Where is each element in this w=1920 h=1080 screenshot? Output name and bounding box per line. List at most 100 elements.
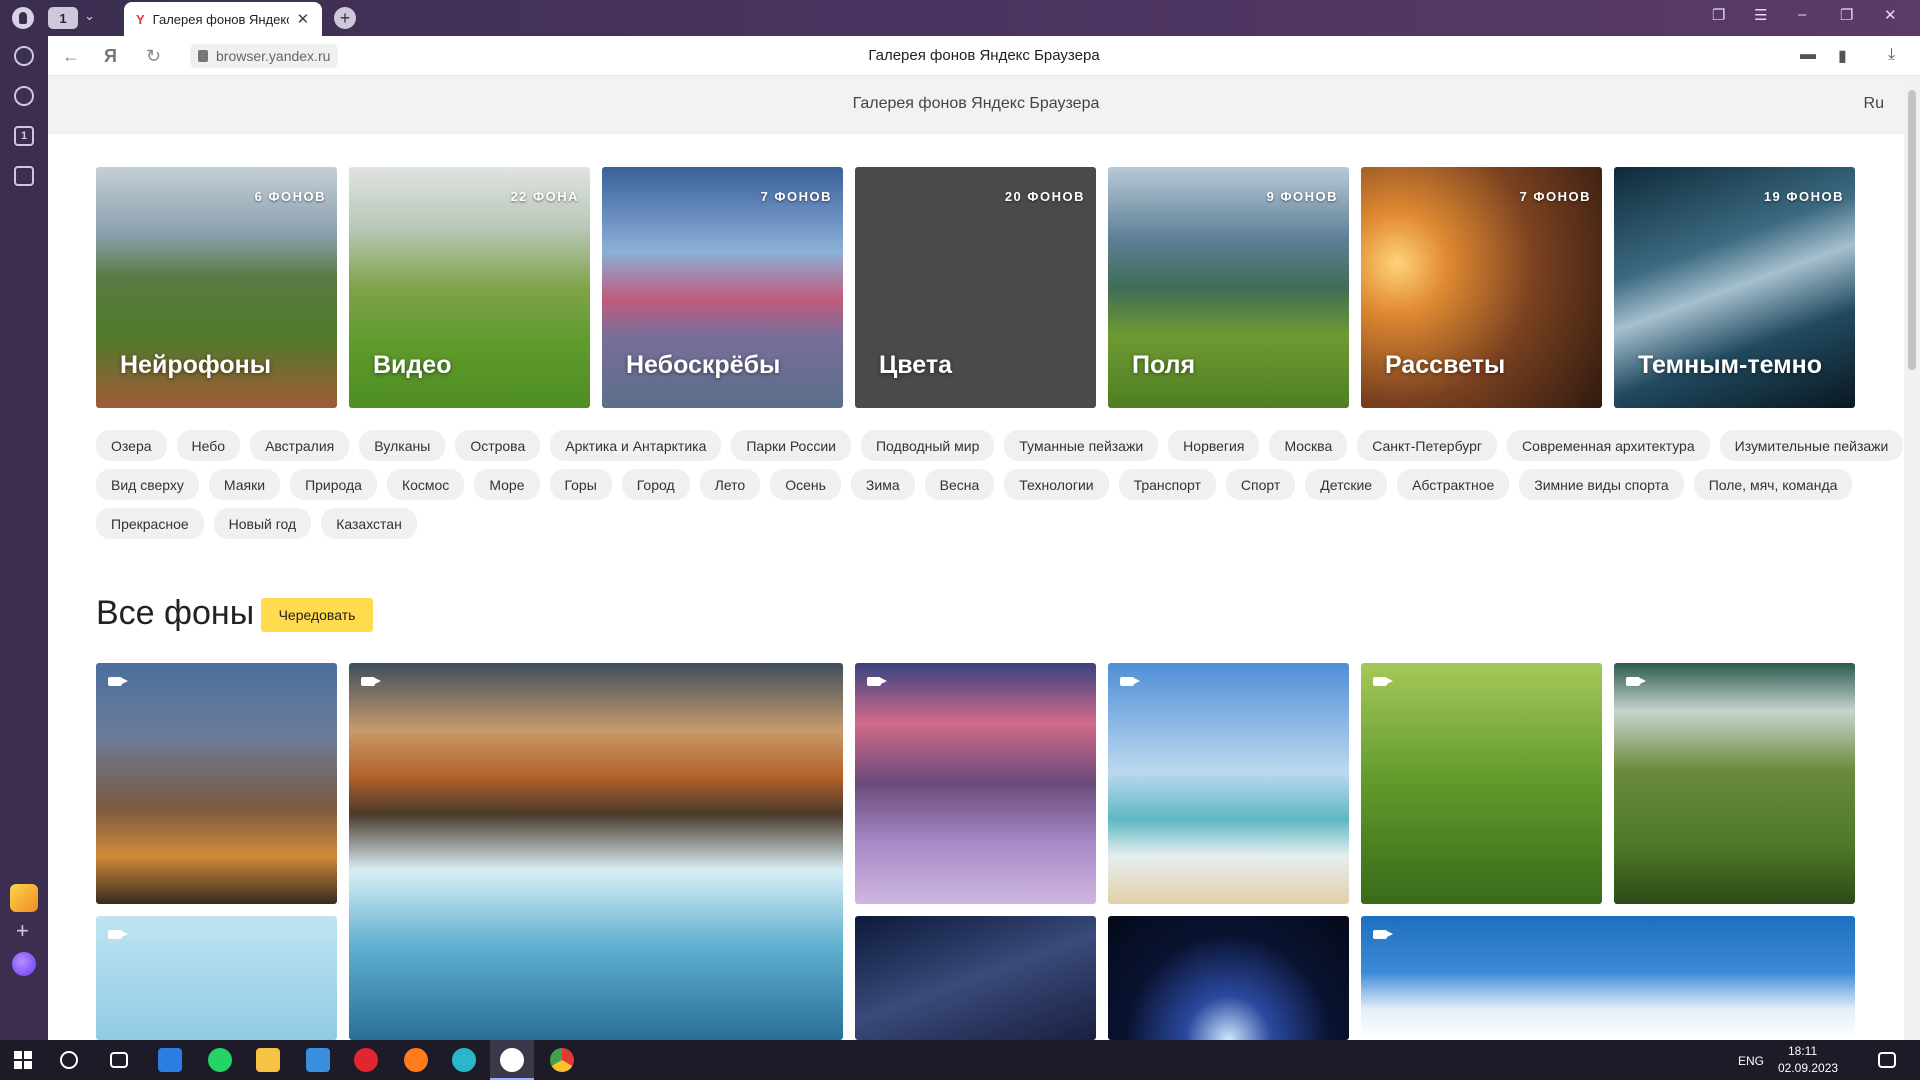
screenshot-icon[interactable] xyxy=(14,166,34,186)
play-icon[interactable] xyxy=(14,86,34,106)
gallery-tile[interactable] xyxy=(96,663,337,904)
firefox-icon[interactable] xyxy=(404,1048,428,1072)
bookmark-icon[interactable]: ▮ xyxy=(1838,46,1847,66)
gallery-tile[interactable] xyxy=(1361,916,1855,1040)
tag-chip[interactable]: Туманные пейзажи xyxy=(1004,430,1159,461)
gallery-tile[interactable] xyxy=(855,663,1096,904)
tag-chip[interactable]: Новый год xyxy=(213,508,312,539)
shuffle-button[interactable]: Чередовать xyxy=(261,598,373,632)
new-tab-button[interactable]: + xyxy=(334,7,356,29)
gallery-tile[interactable] xyxy=(96,916,337,1040)
page-content: Галерея фонов Яндекс Браузера Ru 6 ФОНОВ… xyxy=(48,76,1904,1040)
language-switch[interactable]: Ru xyxy=(1864,95,1884,113)
category-card[interactable]: 22 ФОНА Видео xyxy=(349,167,590,408)
tag-chip[interactable]: Вид сверху xyxy=(96,469,199,500)
tag-chip[interactable]: Парки России xyxy=(731,430,851,461)
menu-icon[interactable]: ☰ xyxy=(1754,6,1767,24)
tag-chip[interactable]: Казахстан xyxy=(321,508,417,539)
edge-icon[interactable] xyxy=(452,1048,476,1072)
history-icon[interactable] xyxy=(14,46,34,66)
tag-row: Озера Небо Австралия Вулканы Острова Арктика … xyxy=(96,430,1904,461)
tag-chip[interactable]: Зимние виды спорта xyxy=(1519,469,1684,500)
close-tab-icon[interactable]: ✕ xyxy=(297,10,310,28)
close-window-button[interactable]: ✕ xyxy=(1884,6,1897,24)
gallery-tile[interactable] xyxy=(855,916,1096,1040)
category-card[interactable]: 6 ФОНОВ Нейрофоны xyxy=(96,167,337,408)
windows-start-icon[interactable] xyxy=(14,1051,32,1069)
add-panel-icon[interactable]: + xyxy=(16,918,29,944)
tag-chip[interactable]: Маяки xyxy=(208,469,281,500)
tag-chip[interactable]: Изумительные пейзажи xyxy=(1719,430,1904,461)
mail-icon[interactable] xyxy=(158,1048,182,1072)
whatsapp-icon[interactable] xyxy=(208,1048,232,1072)
tag-chip[interactable]: Горы xyxy=(549,469,612,500)
tag-chip[interactable]: Детские xyxy=(1305,469,1388,500)
tag-chip[interactable]: Санкт-Петербург xyxy=(1357,430,1498,461)
tag-chip[interactable]: Весна xyxy=(924,469,995,500)
tag-chip[interactable]: Современная архитектура xyxy=(1507,430,1710,461)
tag-chip[interactable]: Осень xyxy=(770,469,841,500)
category-card[interactable]: 9 ФОНОВ Поля xyxy=(1108,167,1349,408)
comment-icon[interactable]: ▬ xyxy=(1800,46,1816,64)
tag-chip[interactable]: Вулканы xyxy=(359,430,446,461)
tag-chip[interactable]: Лето xyxy=(699,469,761,500)
category-card[interactable]: 19 ФОНОВ Темным-темно xyxy=(1614,167,1855,408)
category-card[interactable]: 7 ФОНОВ Небоскрёбы xyxy=(602,167,843,408)
gallery-tile[interactable] xyxy=(1361,663,1602,904)
chrome-icon[interactable] xyxy=(550,1048,574,1072)
clock-time[interactable]: 18:11 xyxy=(1788,1044,1817,1058)
clock-date[interactable]: 02.09.2023 xyxy=(1778,1061,1838,1075)
category-card[interactable]: 20 ФОНОВ Цвета xyxy=(855,167,1096,408)
tag-chip[interactable]: Австралия xyxy=(250,430,350,461)
title-bar: 1 ⌄ Y Галерея фонов Яндекс Браузера ✕ + … xyxy=(0,0,1920,36)
search-icon[interactable] xyxy=(60,1051,78,1069)
bookmarks-icon[interactable]: ❐ xyxy=(1712,6,1725,24)
language-indicator[interactable]: ENG xyxy=(1738,1054,1764,1068)
store-icon[interactable] xyxy=(306,1048,330,1072)
page-title: Галерея фонов Яндекс Браузера xyxy=(868,47,1100,64)
tag-chip[interactable]: Острова xyxy=(455,430,541,461)
tab-active[interactable]: Y Галерея фонов Яндекс Браузера ✕ xyxy=(124,2,322,36)
tag-chip[interactable]: Транспорт xyxy=(1118,469,1216,500)
gallery-tile[interactable] xyxy=(349,663,843,1040)
tag-chip[interactable]: Поле, мяч, команда xyxy=(1693,469,1853,500)
video-camera-icon xyxy=(1373,930,1393,939)
mail-app-icon[interactable] xyxy=(10,884,38,912)
profile-icon[interactable] xyxy=(12,7,34,29)
tag-chip[interactable]: Космос xyxy=(386,469,465,500)
tag-chip[interactable]: Озера xyxy=(96,430,167,461)
tag-chip[interactable]: Абстрактное xyxy=(1397,469,1510,500)
tag-chip[interactable]: Море xyxy=(474,469,540,500)
tabs-counter-icon[interactable]: 1 xyxy=(14,126,34,146)
tag-chip[interactable]: Небо xyxy=(176,430,241,461)
tab-counter[interactable]: 1 xyxy=(48,7,78,29)
chevron-down-icon[interactable]: ⌄ xyxy=(84,8,95,24)
opera-icon[interactable] xyxy=(354,1048,378,1072)
minimize-button[interactable]: – xyxy=(1798,6,1806,23)
tag-chip[interactable]: Подводный мир xyxy=(860,430,995,461)
browser-sidebar: 1 + ••• xyxy=(0,36,48,1056)
tag-chip[interactable]: Норвегия xyxy=(1168,430,1260,461)
yandex-browser-icon xyxy=(500,1048,524,1072)
file-explorer-icon[interactable] xyxy=(256,1048,280,1072)
tag-chip[interactable]: Арктика и Антарктика xyxy=(550,430,722,461)
tag-chip[interactable]: Прекрасное xyxy=(96,508,204,539)
scrollbar-thumb[interactable] xyxy=(1908,90,1916,370)
tag-chip[interactable]: Город xyxy=(621,469,690,500)
restore-button[interactable]: ❐ xyxy=(1840,6,1853,24)
gallery-tile[interactable] xyxy=(1108,916,1349,1040)
tag-chip[interactable]: Зима xyxy=(850,469,915,500)
category-card[interactable]: 7 ФОНОВ Рассветы xyxy=(1361,167,1602,408)
tag-chip[interactable]: Москва xyxy=(1269,430,1348,461)
category-name: Поля xyxy=(1132,351,1196,379)
tag-chip[interactable]: Природа xyxy=(290,469,377,500)
tag-chip[interactable]: Спорт xyxy=(1225,469,1296,500)
task-view-icon[interactable] xyxy=(110,1052,128,1068)
tag-chip[interactable]: Технологии xyxy=(1004,469,1109,500)
alice-assistant-icon[interactable] xyxy=(12,952,36,976)
notification-icon[interactable] xyxy=(1878,1052,1896,1068)
scrollbar[interactable] xyxy=(1904,76,1920,1040)
gallery-tile[interactable] xyxy=(1108,663,1349,904)
gallery-tile[interactable] xyxy=(1614,663,1855,904)
download-icon[interactable]: ⤓ xyxy=(1888,46,1895,64)
